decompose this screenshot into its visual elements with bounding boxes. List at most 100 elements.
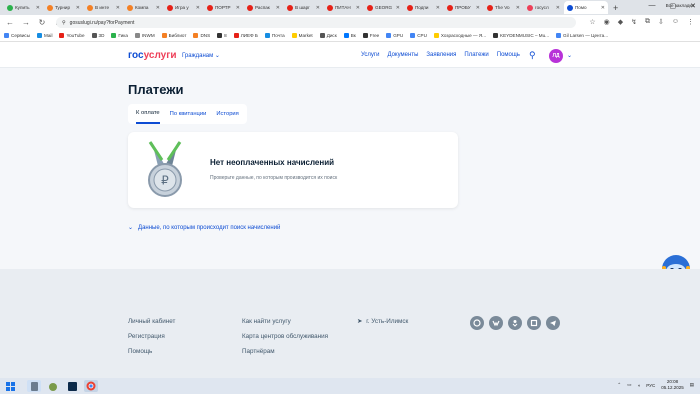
tab-close-icon[interactable]: ✕ [396,5,400,11]
bookmark-item[interactable]: Диск [319,33,337,38]
bookmark-item[interactable]: Mail [37,33,52,38]
tab-close-icon[interactable]: ✕ [276,5,280,11]
bookmark-item[interactable]: YouTube [59,33,85,38]
volume-icon[interactable]: ◖ [637,383,640,388]
tab-close-icon[interactable]: ✕ [76,5,80,11]
extension-icon-3[interactable]: ↯ [631,18,637,26]
browser-tab[interactable]: Подпи ✕ [404,1,443,14]
tab-close-icon[interactable]: ✕ [316,5,320,11]
browser-tab[interactable]: Игра у ✕ [164,1,203,14]
footer-link-centers-map[interactable]: Карта центров обслуживания [242,333,328,340]
telegram-social-icon[interactable] [546,316,560,330]
footer-link-registration[interactable]: Регистрация [128,333,175,340]
network-icon[interactable]: ▭ [627,382,631,388]
bookmark-item[interactable]: Вк [343,33,356,38]
tab-close-icon[interactable]: ✕ [236,5,240,11]
calculator-app-icon[interactable] [27,380,41,392]
citizens-dropdown[interactable]: Гражданам ⌄ [182,52,220,59]
all-bookmarks[interactable]: Все закладки [666,3,694,8]
tab-close-icon[interactable]: ✕ [116,5,120,11]
tray-up-arrow-icon[interactable]: ⌃ [617,382,621,388]
nav-item-services[interactable]: Услуги [361,52,379,58]
extension-icon[interactable]: ◉ [604,18,610,26]
windows-start-icon[interactable] [3,379,17,393]
new-tab-icon[interactable]: + [613,3,618,13]
tab-close-icon[interactable]: ✕ [196,5,200,11]
bookmark-item[interactable]: Market [291,33,313,38]
footer-link-cabinet[interactable]: Личный кабинет [128,318,175,325]
vk-social-icon[interactable] [489,316,503,330]
reload-icon[interactable]: ↻ [38,18,46,27]
tab-by-receipt[interactable]: По квитанции [170,104,207,124]
tab-close-icon[interactable]: ✕ [36,5,40,11]
nav-item-payments[interactable]: Платежи [464,52,488,58]
rutube-social-icon[interactable] [527,316,541,330]
bookmark-item[interactable]: Gil Larsen — Цента... [556,33,608,38]
url-input[interactable]: ⚲ gosuslugi.ru/pay?forPayment [56,17,576,28]
avatar[interactable]: ЛД [549,49,563,63]
browser-tab[interactable]: Купить ✕ [4,1,43,14]
search-data-toggle[interactable]: ⌄ Данные, по которым происходит поиск на… [128,224,280,232]
browser-tab[interactable]: госусл ✕ [524,1,563,14]
bookmark-item[interactable]: INWM [134,33,155,38]
bookmark-item[interactable]: Почта [264,33,285,38]
bookmark-item[interactable]: CPU [410,33,427,38]
nav-item-documents[interactable]: Документы [387,52,418,58]
browser-tab[interactable]: GEORG ✕ [364,1,403,14]
browser-tab[interactable]: В шарг ✕ [284,1,323,14]
tab-close-icon[interactable]: ✕ [476,5,480,11]
footer-link-find-service[interactable]: Как найти услугу [242,318,328,325]
language-indicator[interactable]: РУС [646,383,655,388]
minimize-icon[interactable]: — [649,2,656,10]
tab-to-pay[interactable]: К оплате [136,104,160,124]
browser-tab[interactable]: ПИТАН ✕ [324,1,363,14]
tab-close-icon[interactable]: ✕ [356,5,360,11]
browser-tab[interactable]: ПРОБУ ✕ [444,1,483,14]
download-icon[interactable]: ⇩ [658,18,664,26]
browser-tab[interactable]: Распак ✕ [244,1,283,14]
odnoklassniki-social-icon[interactable] [508,316,522,330]
browser-tab[interactable]: ПОРТР ✕ [204,1,243,14]
bookmark-item[interactable]: KEYDENMUSIC – Mu... [493,33,549,38]
tab-close-icon[interactable]: ✕ [436,5,440,11]
browser-tab[interactable]: Помо ✕ [564,1,608,14]
notifications-icon[interactable]: ▤ [690,382,694,388]
nav-item-help[interactable]: Помощь [497,52,520,58]
tab-close-icon[interactable]: ✕ [156,5,160,11]
footer-link-help[interactable]: Помощь [128,348,175,355]
ok-social-icon[interactable] [470,316,484,330]
bookmark-item[interactable]: Сервисы [4,33,30,38]
extension-icon-2[interactable]: ◆ [618,18,623,26]
extensions-puzzle-icon[interactable]: ⧉ [645,18,650,26]
game-app-icon[interactable] [46,380,60,392]
footer-link-partners[interactable]: Партнёрам [242,348,328,355]
tab-close-icon[interactable]: ✕ [556,5,560,11]
chrome-app-icon[interactable] [84,380,98,392]
bookmark-item[interactable]: 8 [217,33,227,38]
browser-tab[interactable]: В инте ✕ [84,1,123,14]
bookmark-item[interactable]: Библиот [161,33,186,38]
bookmark-item[interactable]: DNS [193,33,210,38]
tab-close-icon[interactable]: ✕ [516,5,520,11]
nav-item-applications[interactable]: Заявления [426,52,456,58]
browser-tab[interactable]: The Vo ✕ [484,1,523,14]
footer-city[interactable]: ➤ г. Усть-Илимск [357,318,408,325]
browser-tab[interactable]: Компа ✕ [124,1,163,14]
browser-tab[interactable]: Турнир ✕ [44,1,83,14]
tab-history[interactable]: История [216,104,238,124]
gosuslugi-logo[interactable]: госуслуги [128,50,177,61]
search-icon[interactable]: ⚲ [529,50,536,61]
site-info-icon[interactable]: ⚲ [62,20,66,26]
bookmark-star-icon[interactable]: ☆ [589,18,595,26]
bookmark-item[interactable]: Free [362,33,379,38]
back-icon[interactable]: ← [6,18,14,27]
clock[interactable]: 20:08 05.12.2025 [661,379,684,391]
bookmark-item[interactable]: GPU [386,33,403,38]
bookmark-item[interactable]: Гика [111,33,128,38]
photoshop-app-icon[interactable] [65,380,79,392]
tab-close-icon[interactable]: ✕ [601,5,605,11]
bookmark-item[interactable]: ЛИЕФ Б [233,33,258,38]
browser-menu-icon[interactable]: ⋮ [687,18,694,26]
chevron-down-icon[interactable]: ⌄ [567,52,572,59]
bookmark-item[interactable]: Хозрасходные — Я... [433,33,486,38]
